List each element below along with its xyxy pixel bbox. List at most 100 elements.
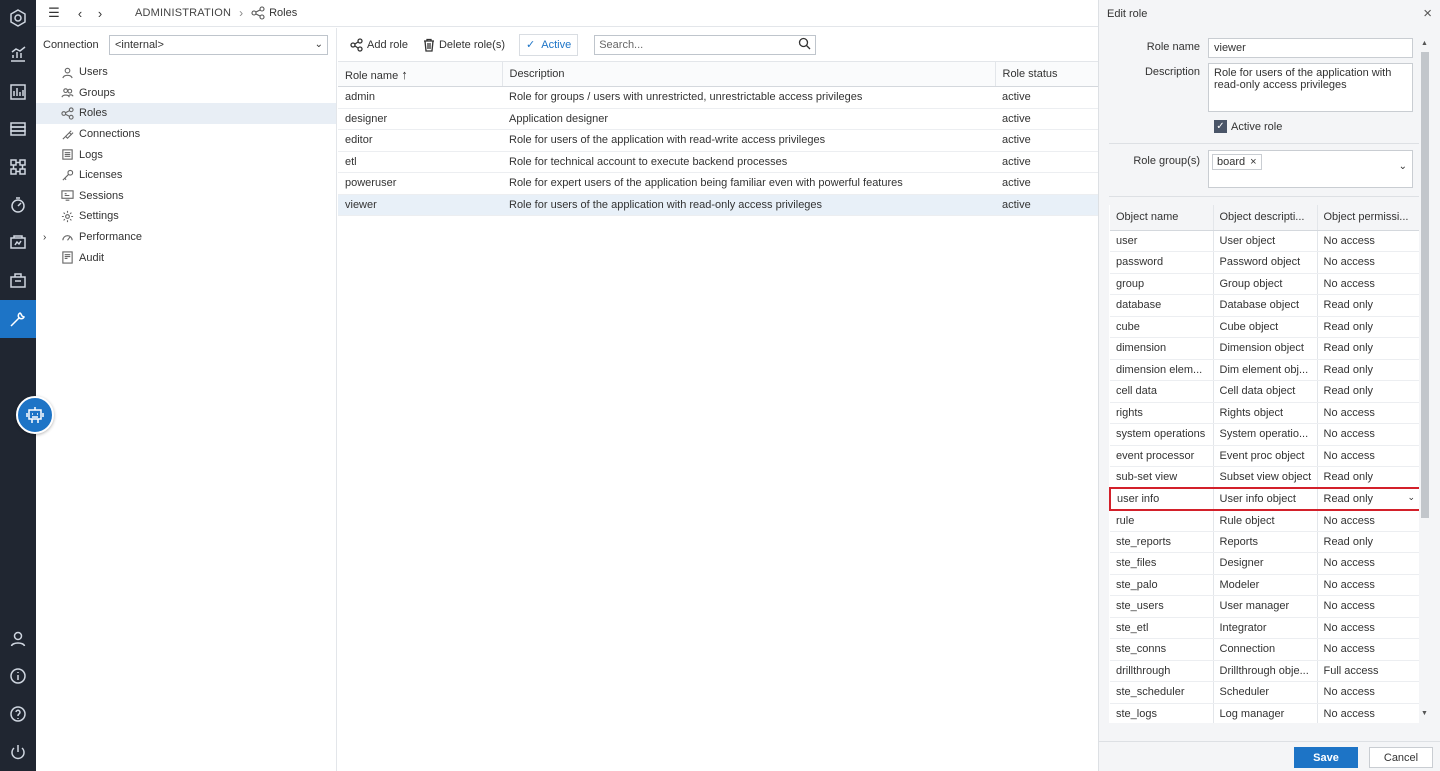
table-row[interactable]: dimension elem... Dim element obj... Read … (1110, 359, 1419, 381)
search-icon[interactable] (798, 37, 811, 53)
active-role-checkbox[interactable]: ✓ (1214, 120, 1227, 133)
connection-select[interactable]: <internal> ⌄ (109, 34, 328, 55)
column-header-object-name[interactable]: Object name (1110, 205, 1213, 231)
table-row[interactable]: poweruser Role for expert users of the ap… (338, 172, 1098, 195)
table-row[interactable]: cube Cube object Read only (1110, 316, 1419, 338)
object-permission-cell[interactable]: Read only ⌄ (1316, 487, 1419, 511)
table-row[interactable]: etl Role for technical account to execute… (338, 151, 1098, 173)
object-permission-cell[interactable]: Read only (1316, 294, 1419, 317)
table-row[interactable]: ste_conns Connection No access (1110, 638, 1419, 661)
help-icon[interactable] (0, 696, 36, 732)
table-row[interactable]: drillthrough Drillthrough obje... Full acc… (1110, 660, 1419, 682)
description-textarea[interactable]: Role for users of the application with r… (1208, 63, 1413, 112)
table-row[interactable]: password Password object No access (1110, 251, 1419, 274)
reports-icon[interactable] (0, 74, 36, 110)
object-permission-cell[interactable]: No access (1316, 681, 1419, 704)
column-header-object-description[interactable]: Object descripti... (1212, 205, 1317, 231)
table-row[interactable]: ste_scheduler Scheduler No access (1110, 681, 1419, 704)
scheduler-icon[interactable] (0, 187, 36, 223)
object-permission-cell[interactable]: No access (1316, 445, 1419, 467)
active-filter-toggle[interactable]: ✓ Active (519, 33, 579, 56)
table-row[interactable]: ste_palo Modeler No access (1110, 574, 1419, 596)
expand-arrow-icon[interactable]: › (43, 232, 59, 243)
object-permission-cell[interactable]: No access (1316, 703, 1419, 723)
column-header-role-name[interactable]: Role name ↑ (338, 61, 502, 87)
table-row[interactable]: user User object No access (1110, 230, 1419, 252)
nav-item-licenses[interactable]: Licenses (36, 165, 336, 186)
object-permission-cell[interactable]: Full access (1316, 660, 1419, 682)
remove-tag-icon[interactable]: × (1250, 156, 1256, 168)
chevron-down-icon[interactable]: ⌄ (1407, 492, 1415, 503)
object-permission-cell[interactable]: No access (1316, 402, 1419, 424)
analytics-icon[interactable] (0, 36, 36, 72)
save-button[interactable]: Save (1294, 747, 1358, 768)
permissions-scrollbar[interactable]: ▲ ▼ (1421, 40, 1429, 720)
database-icon[interactable] (0, 111, 36, 147)
table-row[interactable]: viewer Role for users of the application … (338, 194, 1098, 216)
files-icon[interactable] (0, 224, 36, 260)
chevron-down-icon[interactable]: ⌄ (1399, 161, 1407, 172)
nav-item-settings[interactable]: Settings (36, 206, 336, 227)
info-icon[interactable] (0, 658, 36, 694)
object-permission-cell[interactable]: No access (1316, 638, 1419, 661)
role-groups-multiselect[interactable]: board × ⌄ (1208, 150, 1413, 188)
close-icon[interactable]: × (1423, 5, 1432, 22)
object-permission-cell[interactable]: No access (1316, 552, 1419, 575)
table-row[interactable]: event processor Event proc object No acces… (1110, 445, 1419, 467)
object-permission-cell[interactable]: No access (1316, 595, 1419, 618)
table-row[interactable]: ste_etl Integrator No access (1110, 617, 1419, 639)
table-row[interactable]: user info User info object Read only ⌄ (1109, 487, 1419, 511)
nav-item-sessions[interactable]: Sessions (36, 186, 336, 207)
power-icon[interactable] (0, 734, 36, 770)
object-permission-cell[interactable]: No access (1316, 574, 1419, 596)
object-permission-cell[interactable]: No access (1316, 251, 1419, 274)
menu-icon[interactable]: ☰ (46, 5, 62, 21)
search-input[interactable]: Search... (594, 34, 817, 55)
role-name-input[interactable]: viewer (1208, 38, 1413, 58)
object-permission-cell[interactable]: Read only (1316, 531, 1419, 553)
column-header-object-permission[interactable]: Object permissi... (1316, 205, 1419, 231)
nav-item-performance[interactable]: › Performance (36, 227, 336, 248)
account-icon[interactable] (0, 621, 36, 657)
object-permission-cell[interactable]: Read only (1316, 359, 1419, 381)
delete-role-button[interactable]: Delete role(s) (422, 38, 505, 52)
column-header-description[interactable]: Description (501, 61, 995, 87)
object-permission-cell[interactable]: Read only (1316, 337, 1419, 360)
breadcrumb-section[interactable]: ADMINISTRATION (135, 7, 231, 19)
table-row[interactable]: admin Role for groups / users with unrest… (338, 86, 1098, 109)
administration-tools-icon[interactable] (0, 300, 36, 338)
table-row[interactable]: cell data Cell data object Read only (1110, 380, 1419, 403)
scroll-down-icon[interactable]: ▼ (1421, 710, 1428, 717)
forward-icon[interactable]: › (92, 5, 108, 21)
object-permission-cell[interactable]: No access (1316, 423, 1419, 446)
assistant-bot-button[interactable] (16, 396, 54, 434)
add-role-button[interactable]: Add role (350, 37, 408, 52)
table-row[interactable]: system operations System operatio... No ac… (1110, 423, 1419, 446)
object-permission-cell[interactable]: No access (1316, 509, 1419, 532)
scrollbar-thumb[interactable] (1421, 52, 1429, 518)
table-row[interactable]: ste_logs Log manager No access (1110, 703, 1419, 723)
nav-item-users[interactable]: Users (36, 62, 336, 83)
nav-item-audit[interactable]: Audit (36, 247, 336, 268)
object-permission-cell[interactable]: Read only (1316, 466, 1419, 489)
column-header-role-status[interactable]: Role status (994, 61, 1098, 87)
table-row[interactable]: group Group object No access (1110, 273, 1419, 295)
table-row[interactable]: ste_files Designer No access (1110, 552, 1419, 575)
nav-item-connections[interactable]: Connections (36, 124, 336, 145)
table-row[interactable]: ste_reports Reports Read only (1110, 531, 1419, 553)
briefcase-icon[interactable] (0, 262, 36, 298)
table-row[interactable]: sub-set view Subset view object Read only (1110, 466, 1419, 489)
object-permission-cell[interactable]: No access (1316, 273, 1419, 295)
object-permission-cell[interactable]: Read only (1316, 316, 1419, 338)
object-permission-cell[interactable]: No access (1316, 230, 1419, 252)
nav-item-logs[interactable]: Logs (36, 144, 336, 165)
table-row[interactable]: designer Application designer active (338, 108, 1098, 130)
permissions-table-container[interactable]: Object name Object descripti... Object p… (1109, 205, 1419, 723)
integrator-icon[interactable] (0, 149, 36, 185)
nav-item-roles[interactable]: Roles (36, 103, 336, 124)
cancel-button[interactable]: Cancel (1369, 747, 1433, 768)
object-permission-cell[interactable]: Read only (1316, 380, 1419, 403)
table-row[interactable]: dimension Dimension object Read only (1110, 337, 1419, 360)
table-row[interactable]: rule Rule object No access (1110, 509, 1419, 532)
table-row[interactable]: ste_users User manager No access (1110, 595, 1419, 618)
